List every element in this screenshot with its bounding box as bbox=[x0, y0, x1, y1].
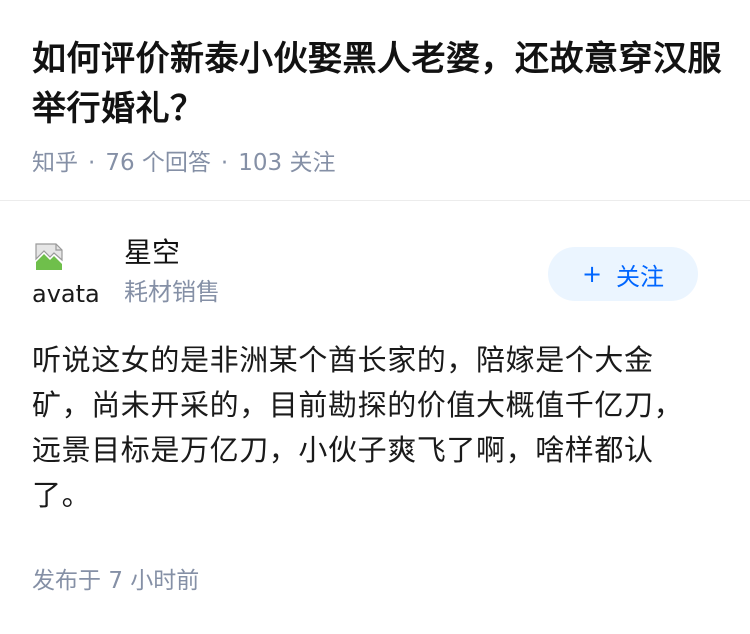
publish-info: 发布于 7 小时前 bbox=[32, 566, 199, 596]
answer-content: 听说这女的是非洲某个酋长家的，陪嫁是个大金矿，尚未开采的，目前勘探的价值大概值千… bbox=[32, 343, 684, 512]
separator-dot: · bbox=[88, 150, 96, 176]
answers-count-value: 76 bbox=[105, 150, 135, 176]
source-label[interactable]: 知乎 bbox=[32, 150, 78, 176]
follow-button-label: 关注 bbox=[616, 262, 665, 291]
avatar-alt-text: avatar bbox=[32, 280, 100, 308]
avatar[interactable]: avatar bbox=[32, 240, 100, 308]
publish-time: 7 小时前 bbox=[108, 568, 200, 594]
plus-icon: + bbox=[581, 260, 603, 288]
follow-button[interactable]: + 关注 bbox=[548, 247, 698, 301]
question-meta: 知乎 · 76 个回答 · 103 关注 bbox=[32, 148, 722, 178]
author-bio: 耗材销售 bbox=[124, 278, 220, 306]
followers-count-label: 关注 bbox=[289, 150, 336, 176]
question-title[interactable]: 如何评价新泰小伙娶黑人老婆，还故意穿汉服举行婚礼？ bbox=[32, 34, 722, 134]
followers-count[interactable]: 103 关注 bbox=[238, 150, 335, 176]
section-divider bbox=[0, 200, 750, 201]
publish-label: 发布于 bbox=[32, 568, 101, 594]
followers-count-value: 103 bbox=[238, 150, 283, 176]
author-card: avatar 星空 耗材销售 + 关注 bbox=[32, 236, 718, 308]
separator-dot: · bbox=[220, 150, 229, 176]
author-name[interactable]: 星空 bbox=[124, 236, 180, 270]
answers-count[interactable]: 76 个回答 bbox=[105, 150, 211, 176]
answers-count-label: 个回答 bbox=[141, 150, 211, 176]
question-header: 如何评价新泰小伙娶黑人老婆，还故意穿汉服举行婚礼？ 知乎 · 76 个回答 · 103 … bbox=[32, 34, 722, 178]
answer-page: 如何评价新泰小伙娶黑人老婆，还故意穿汉服举行婚礼？ 知乎 · 76 个回答 · 103 … bbox=[0, 0, 750, 634]
broken-image-icon bbox=[35, 243, 63, 270]
